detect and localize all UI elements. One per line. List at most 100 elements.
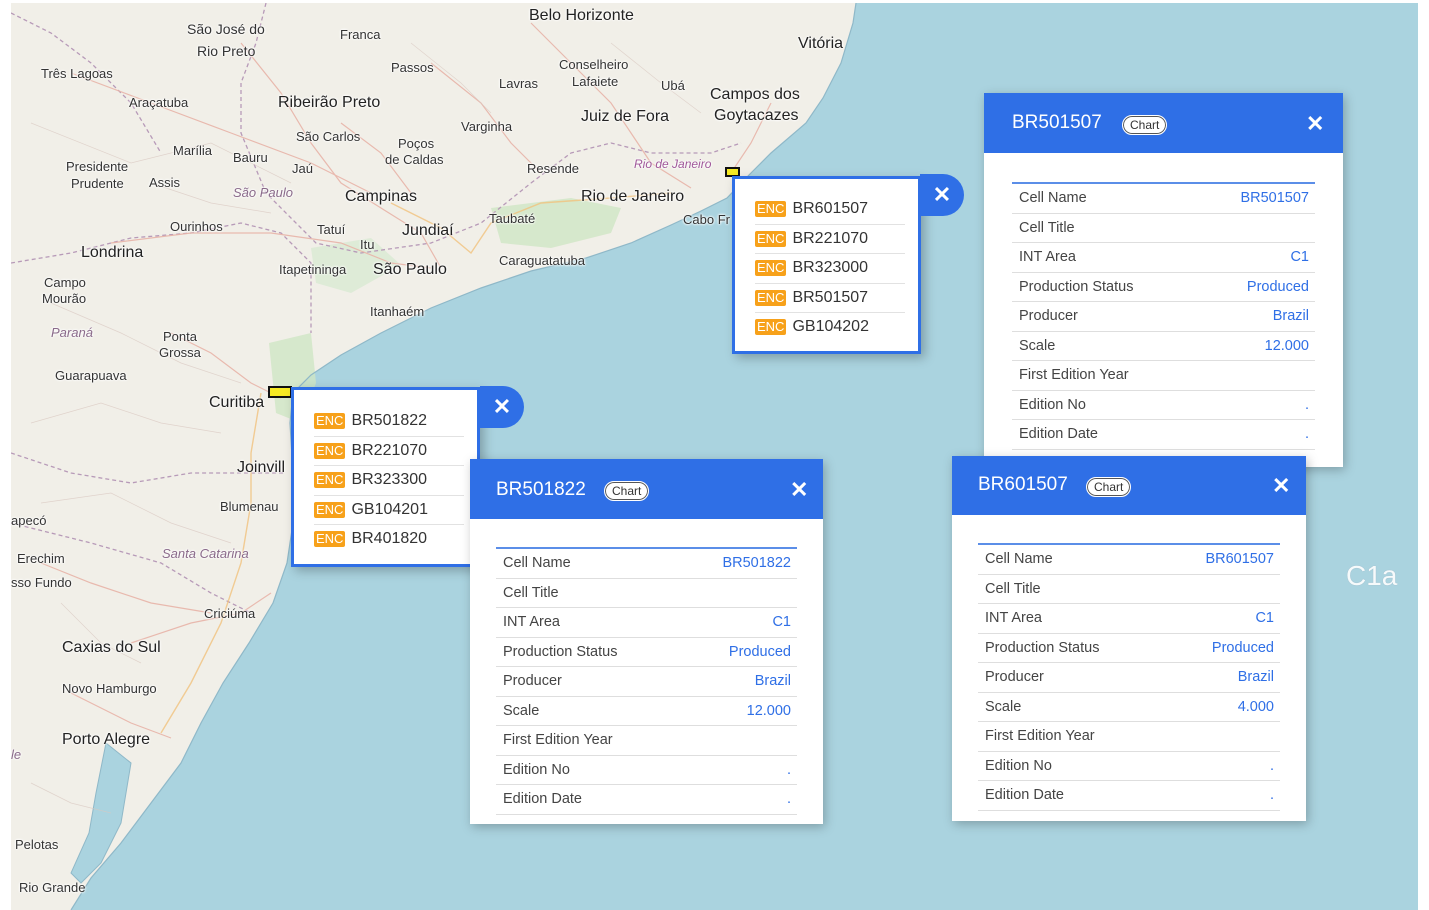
property-key: Edition No [985, 757, 1052, 774]
place-jau: Jaú [292, 161, 313, 176]
enc-list-item[interactable]: ENC BR323300 [314, 466, 464, 496]
enc-badge: ENC [755, 260, 787, 277]
place-assis: Assis [149, 175, 181, 190]
enc-code: BR323000 [792, 259, 869, 277]
place-guarapuava: Guarapuava [55, 368, 127, 383]
property-value: BR601507 [1205, 551, 1274, 568]
property-row: Producer Brazil [1012, 302, 1315, 332]
enc-list-item[interactable]: ENC BR601507 [755, 195, 905, 225]
place-tres-lagoas: Três Lagoas [41, 66, 113, 81]
place-ponta-grossa: Grossa [159, 345, 201, 360]
place-bauru: Bauru [233, 150, 268, 165]
enc-code: BR401820 [351, 530, 428, 548]
enc-code: BR221070 [792, 229, 869, 247]
enc-list: ENC BR601507 ENC BR221070 ENC BR323000 ENC B… [755, 195, 905, 342]
property-value: . [786, 791, 791, 808]
property-value: Produced [1211, 639, 1274, 656]
place-passo-fundo: sso Fundo [11, 575, 72, 590]
property-key: INT Area [1019, 249, 1076, 266]
enc-badge: ENC [755, 230, 787, 247]
place-campos: Campos dos [710, 86, 800, 103]
chart-type-badge: Chart [604, 481, 650, 501]
property-row: Edition No. [978, 752, 1280, 781]
property-value: C1 [1255, 610, 1274, 627]
enc-list-popup-rio: ENC BR601507 ENC BR221070 ENC BR323000 ENC B… [732, 176, 921, 354]
property-value: C1 [772, 614, 791, 631]
place-presidente-prudente: Prudente [71, 176, 124, 191]
enc-badge: ENC [314, 413, 346, 430]
property-key: Edition No [503, 761, 570, 778]
enc-list-item[interactable]: ENC BR401820 [314, 525, 464, 554]
property-row: Cell Title [1012, 214, 1315, 243]
property-row: Edition Date. [978, 781, 1280, 811]
property-key: Scale [985, 698, 1022, 715]
property-row: First Edition Year [978, 722, 1280, 752]
place-cabo-frio: Cabo Fr [683, 212, 730, 227]
close-icon[interactable]: ✕ [1306, 111, 1324, 137]
place-resende: Resende [527, 161, 580, 176]
close-icon[interactable]: ✕ [480, 386, 524, 428]
property-row: Production Status Produced [1012, 273, 1315, 302]
place-pelotas: Pelotas [15, 837, 59, 852]
card-header: BR501822 Chart ✕ [470, 459, 823, 519]
property-value: Brazil [1237, 669, 1274, 686]
property-value: 12.000 [746, 702, 791, 719]
place-caraguatatuba: Caraguatatuba [499, 253, 586, 268]
chart-type-badge: Chart [1086, 477, 1132, 497]
place-conselheiro-lafaiete: Conselheiro [559, 57, 629, 72]
property-key: Production Status [985, 639, 1100, 656]
place-pocos-de-caldas: de Caldas [385, 152, 444, 167]
property-row: Cell Name BR501507 [1012, 184, 1315, 214]
place-passos: Passos [391, 60, 434, 75]
close-icon[interactable]: ✕ [790, 477, 808, 503]
place-blumenau: Blumenau [220, 499, 279, 514]
property-row: Production Status Produced [496, 638, 797, 667]
place-caxias-do-sul: Caxias do Sul [62, 639, 161, 656]
place-itu: Itu [360, 237, 375, 252]
property-key: Cell Name [1019, 190, 1087, 207]
close-icon[interactable]: ✕ [920, 174, 964, 216]
enc-list-popup-curitiba: ENC BR501822 ENC BR221070 ENC BR323300 ENC G… [291, 387, 480, 567]
place-rio-grande: Rio Grande [19, 880, 86, 895]
property-row: Edition No. [496, 756, 797, 785]
place-pocos-de-caldas: Poços [398, 136, 435, 151]
enc-list-item[interactable]: ENC BR323000 [755, 254, 905, 284]
place-sao-paulo: São Paulo [373, 261, 447, 278]
cell-area-label: C1a [1346, 560, 1398, 591]
place-lavras: Lavras [499, 76, 539, 91]
enc-code: GB104202 [792, 318, 869, 336]
place-conselheiro-lafaiete: Lafaiete [572, 74, 619, 89]
enc-badge: ENC [314, 531, 346, 548]
enc-code: GB104201 [351, 500, 428, 518]
enc-code: BR501507 [792, 288, 869, 306]
card-header: BR501507 Chart ✕ [984, 93, 1343, 153]
property-row: INT Area C1 [496, 608, 797, 638]
close-icon[interactable]: ✕ [1272, 473, 1290, 499]
property-key: Edition Date [503, 791, 582, 808]
card-title: BR501507 [1012, 112, 1102, 133]
enc-badge: ENC [314, 501, 346, 518]
place-curitiba: Curitiba [209, 394, 265, 411]
property-key: First Edition Year [503, 732, 613, 749]
properties-table: Cell Name BR501507 Cell Title INT Area C1 … [1012, 182, 1315, 450]
property-row: Scale 4.000 [978, 693, 1280, 722]
property-key: Producer [503, 673, 562, 690]
enc-list-item[interactable]: ENC BR501507 [755, 284, 905, 313]
properties-table: Cell Name BR501822 Cell Title INT Area C1 … [496, 547, 797, 815]
enc-list-item[interactable]: ENC GB104202 [755, 313, 905, 342]
chart-marker-curitiba[interactable] [268, 386, 292, 398]
enc-list-item[interactable]: ENC BR221070 [755, 225, 905, 254]
place-ponta-grossa: Ponta [163, 329, 197, 344]
enc-list-item[interactable]: ENC BR221070 [314, 437, 464, 466]
enc-badge: ENC [755, 289, 787, 306]
property-value: . [1269, 757, 1274, 774]
enc-list-item[interactable]: ENC GB104201 [314, 496, 464, 525]
chart-info-card-br601507: BR601507 Chart ✕ Cell Name BR601507 Cell … [952, 456, 1306, 821]
enc-list-item[interactable]: ENC BR501822 [314, 407, 464, 437]
place-taubate: Taubaté [489, 211, 536, 226]
place-franca: Franca [340, 27, 381, 42]
property-key: Cell Name [985, 551, 1053, 568]
place-santa-catarina: Santa Catarina [162, 546, 249, 561]
place-campinas: Campinas [345, 188, 418, 205]
property-key: Scale [1019, 337, 1056, 354]
